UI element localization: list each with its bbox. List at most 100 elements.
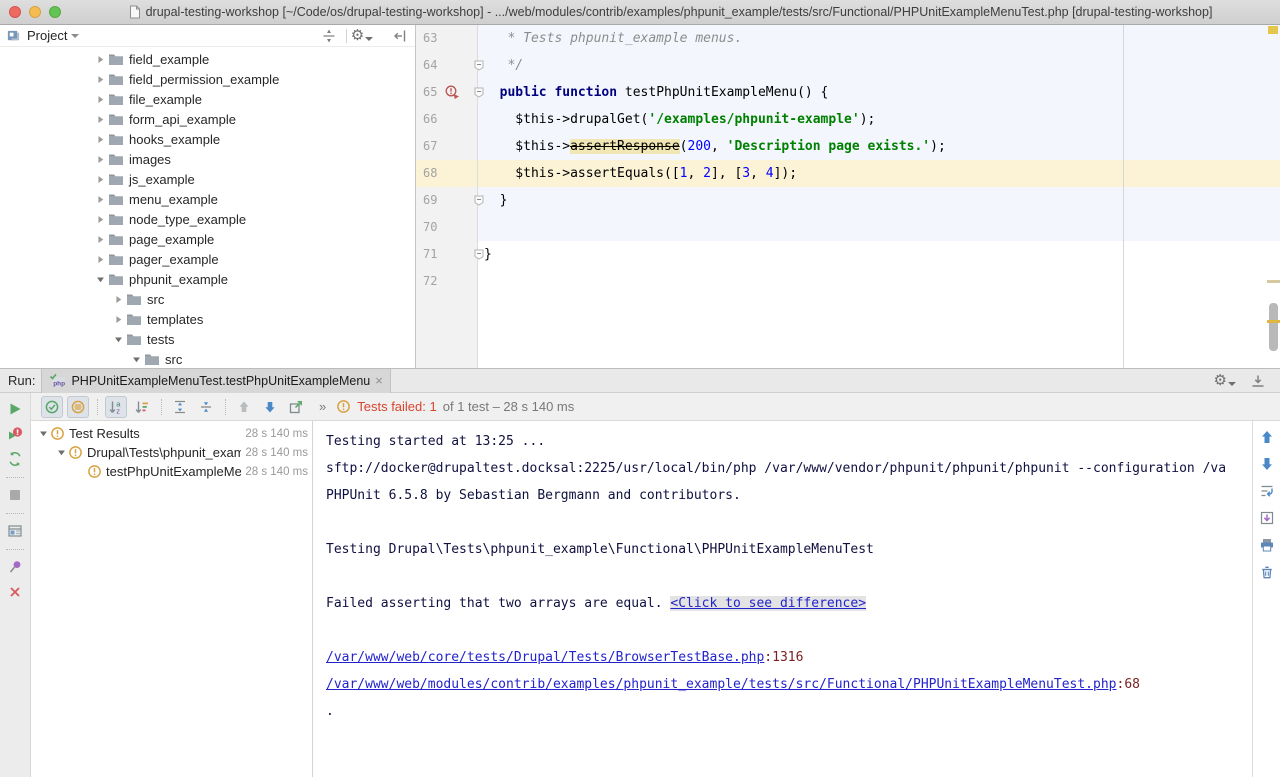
chevron-down-icon[interactable]: [95, 274, 106, 285]
sort-by-duration-icon[interactable]: [134, 399, 150, 415]
gutter-line-number[interactable]: 69: [416, 187, 478, 214]
console-file-link[interactable]: /var/www/web/modules/contrib/examples/ph…: [326, 677, 1117, 692]
editor-line-64[interactable]: 64 */: [416, 52, 1280, 79]
chevron-right-icon[interactable]: [95, 214, 106, 225]
zoom-window-icon[interactable]: [49, 6, 61, 18]
gutter-line-number[interactable]: 67: [416, 133, 478, 160]
close-tab-icon[interactable]: ×: [375, 374, 383, 387]
collapse-all-icon[interactable]: [198, 399, 214, 415]
show-ignored-icon[interactable]: [70, 399, 86, 415]
chevron-right-icon[interactable]: [95, 54, 106, 65]
gutter-line-number[interactable]: 63: [416, 25, 478, 52]
toggle-auto-test-icon[interactable]: [7, 451, 23, 467]
tree-item-pager_example[interactable]: pager_example: [0, 249, 415, 269]
console-file-link[interactable]: /var/www/web/core/tests/Drupal/Tests/Bro…: [326, 650, 764, 665]
more-actions-chevrons[interactable]: »: [319, 399, 326, 414]
down-stacktrace-icon[interactable]: [1259, 456, 1275, 472]
gutter-line-number[interactable]: 72: [416, 268, 478, 295]
code-editor[interactable]: 63 * Tests phpunit_example menus.64 */65…: [416, 25, 1280, 368]
error-stripe-mark[interactable]: [1267, 320, 1280, 323]
tree-item-templates[interactable]: templates: [0, 309, 415, 329]
chevron-right-icon[interactable]: [95, 134, 106, 145]
gutter-line-number[interactable]: 66: [416, 106, 478, 133]
tree-item-menu_example[interactable]: menu_example: [0, 189, 415, 209]
see-difference-link[interactable]: <Click to see difference>: [670, 596, 866, 611]
close-window-icon[interactable]: [9, 6, 21, 18]
chevron-right-icon[interactable]: [113, 314, 124, 325]
fold-marker-icon[interactable]: [474, 249, 484, 260]
chevron-right-icon[interactable]: [95, 94, 106, 105]
editor-line-69[interactable]: 69 }: [416, 187, 1280, 214]
chevron-right-icon[interactable]: [95, 114, 106, 125]
close-icon[interactable]: [7, 584, 23, 600]
gear-icon[interactable]: ⚙: [1214, 373, 1236, 388]
chevron-down-icon[interactable]: [71, 34, 79, 38]
tree-item-file_example[interactable]: file_example: [0, 89, 415, 109]
editor-line-72[interactable]: 72: [416, 268, 1280, 295]
gutter-line-number[interactable]: 70: [416, 214, 478, 241]
tree-item-js_example[interactable]: js_example: [0, 169, 415, 189]
restore-layout-icon[interactable]: [7, 523, 23, 539]
minimize-window-icon[interactable]: [29, 6, 41, 18]
tree-item-page_example[interactable]: page_example: [0, 229, 415, 249]
gutter-line-number[interactable]: 65: [416, 79, 478, 106]
soft-wrap-icon[interactable]: [1259, 483, 1275, 499]
project-panel-title[interactable]: Project: [27, 28, 67, 43]
gutter-line-number[interactable]: 71: [416, 241, 478, 268]
chevron-right-icon[interactable]: [95, 174, 106, 185]
split-divider-icon[interactable]: [320, 27, 338, 45]
editor-scrollbar[interactable]: [1269, 303, 1278, 351]
chevron-right-icon[interactable]: [95, 234, 106, 245]
tree-item-phpunit_example[interactable]: phpunit_example: [0, 269, 415, 289]
tree-item-field_example[interactable]: field_example: [0, 49, 415, 69]
editor-line-63[interactable]: 63 * Tests phpunit_example menus.: [416, 25, 1280, 52]
print-icon[interactable]: [1259, 537, 1275, 553]
editor-line-68[interactable]: 68 $this->assertEquals([1, 2], [3, 4]);: [416, 160, 1280, 187]
error-stripe-mark[interactable]: [1267, 280, 1280, 283]
chevron-down-icon[interactable]: [131, 354, 142, 365]
expand-all-icon[interactable]: [172, 399, 188, 415]
hide-left-icon[interactable]: [391, 27, 409, 45]
rerun-failed-icon[interactable]: [7, 426, 24, 442]
fold-marker-icon[interactable]: [474, 195, 484, 206]
editor-line-70[interactable]: 70: [416, 214, 1280, 241]
fold-marker-icon[interactable]: [474, 60, 484, 71]
gutter-line-number[interactable]: 68: [416, 160, 478, 187]
editor-line-65[interactable]: 65 public function testPhpUnitExampleMen…: [416, 79, 1280, 106]
test-tree-row[interactable]: testPhpUnitExampleMenu28 s 140 ms: [31, 462, 312, 481]
tree-item-hooks_example[interactable]: hooks_example: [0, 129, 415, 149]
up-stacktrace-icon[interactable]: [1259, 429, 1275, 445]
gear-icon[interactable]: ⚙: [353, 27, 371, 45]
chevron-right-icon[interactable]: [95, 254, 106, 265]
tree-item-src[interactable]: src: [0, 349, 415, 368]
editor-line-66[interactable]: 66 $this->drupalGet('/examples/phpunit-e…: [416, 106, 1280, 133]
next-failed-icon[interactable]: [262, 399, 278, 415]
clear-console-icon[interactable]: [1259, 564, 1275, 580]
tree-item-node_type_example[interactable]: node_type_example: [0, 209, 415, 229]
stop-icon[interactable]: [7, 487, 23, 503]
tree-item-field_permission_example[interactable]: field_permission_example: [0, 69, 415, 89]
previous-failed-icon[interactable]: [236, 399, 252, 415]
tree-item-tests[interactable]: tests: [0, 329, 415, 349]
console-output[interactable]: Testing started at 13:25 ...sftp://docke…: [313, 421, 1252, 777]
fold-marker-icon[interactable]: [474, 87, 484, 98]
tree-item-images[interactable]: images: [0, 149, 415, 169]
pin-icon[interactable]: [7, 559, 23, 575]
tree-item-src[interactable]: src: [0, 289, 415, 309]
editor-line-71[interactable]: 71}: [416, 241, 1280, 268]
sort-alphabetically-icon[interactable]: az: [108, 399, 124, 415]
chevron-down-icon[interactable]: [56, 447, 67, 458]
error-stripe-indicator[interactable]: [1268, 26, 1278, 34]
chevron-right-icon[interactable]: [113, 294, 124, 305]
failed-test-gutter-icon[interactable]: [444, 84, 461, 101]
chevron-down-icon[interactable]: [38, 428, 49, 439]
gutter-line-number[interactable]: 64: [416, 52, 478, 79]
chevron-down-icon[interactable]: [113, 334, 124, 345]
chevron-right-icon[interactable]: [95, 154, 106, 165]
rerun-icon[interactable]: [7, 401, 23, 417]
export-test-results-icon[interactable]: [288, 399, 304, 415]
scroll-to-end-icon[interactable]: [1259, 510, 1275, 526]
editor-line-67[interactable]: 67 $this->assertResponse(200, 'Descripti…: [416, 133, 1280, 160]
test-tree-row[interactable]: Test Results28 s 140 ms: [31, 424, 312, 443]
hide-down-icon[interactable]: [1250, 373, 1266, 389]
